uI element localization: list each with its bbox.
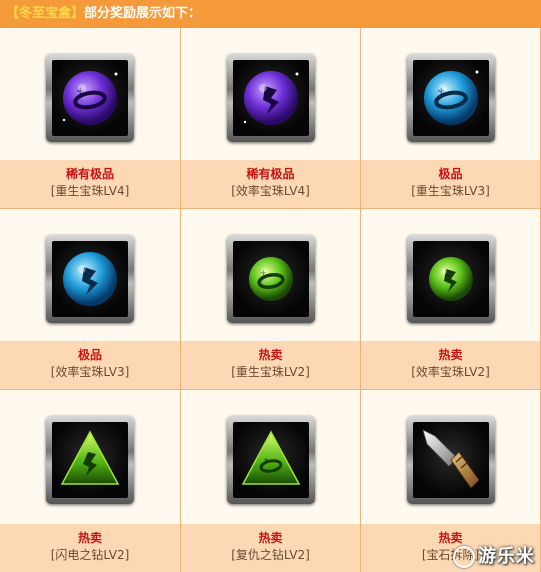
reward-cell: 热卖 [闪电之钻LV2] <box>0 390 181 572</box>
item-frame: + <box>226 416 315 504</box>
item-name: [效率宝珠LV4] <box>231 184 310 198</box>
reward-cell: + 稀有极品 [重生宝珠LV4] <box>0 28 181 209</box>
rarity-label: 极品 <box>77 348 102 362</box>
event-tag: 【冬至宝盒】 <box>6 6 85 21</box>
blue-rebirth-orb-icon: + <box>423 70 478 125</box>
reward-cell: 热卖 [效率宝珠LV2] <box>361 209 541 390</box>
svg-text:+: + <box>263 456 269 464</box>
item-name: [效率宝珠LV3] <box>50 365 130 379</box>
rarity-label: 热卖 <box>258 348 283 362</box>
item-name: [效率宝珠LV2] <box>411 365 490 379</box>
item-name: [重生宝珠LV3] <box>411 184 490 198</box>
item-frame <box>46 235 134 323</box>
blue-efficiency-orb-icon <box>63 252 117 306</box>
revenge-diamond-icon: + <box>241 430 300 485</box>
watermark-text: 游乐米 <box>478 546 535 567</box>
item-name: [重生宝珠LV4] <box>50 184 130 198</box>
rarity-label: 热卖 <box>77 531 102 545</box>
label-area: 极品 [效率宝珠LV3] <box>0 341 180 389</box>
item-frame <box>226 54 315 142</box>
item-name: [重生宝珠LV2] <box>231 365 310 379</box>
label-area: 热卖 [闪电之钻LV2] <box>0 524 180 572</box>
label-area: 热卖 [效率宝珠LV2] <box>361 341 540 389</box>
reward-cell: + 热卖 [重生宝珠LV2] <box>181 209 361 390</box>
header-text: 部分奖励展示如下： <box>84 6 202 21</box>
reward-cell: 稀有极品 [效率宝珠LV4] <box>181 28 361 209</box>
item-frame <box>46 416 134 504</box>
watermark-logo-icon <box>453 546 475 568</box>
rarity-label: 稀有极品 <box>65 167 114 181</box>
item-frame: + <box>226 235 315 323</box>
green-rebirth-orb-icon: + <box>248 257 293 301</box>
item-name: [复仇之钻LV2] <box>231 548 310 562</box>
label-area: 稀有极品 [重生宝珠LV4] <box>0 160 180 208</box>
purple-rebirth-orb-icon: + <box>62 71 118 125</box>
item-frame <box>406 235 495 323</box>
item-frame <box>406 416 495 504</box>
label-area: 极品 [重生宝珠LV3] <box>361 160 540 208</box>
gem-removal-tool-icon <box>421 429 480 489</box>
header-bar: 【冬至宝盒】部分奖励展示如下： <box>0 0 541 28</box>
item-name: [闪电之钻LV2] <box>50 548 130 562</box>
rarity-label: 热卖 <box>438 348 463 362</box>
rarity-label: 热卖 <box>258 531 283 545</box>
label-area: 热卖 [复仇之钻LV2] <box>181 524 360 572</box>
reward-cell: 极品 [效率宝珠LV3] <box>0 209 181 390</box>
green-efficiency-orb-icon <box>428 257 473 301</box>
reward-grid: + 稀有极品 [重生宝珠LV4] 稀有极品 [效率宝珠LV4] + 极品 [重生… <box>0 28 541 572</box>
site-watermark: 游乐米 <box>453 542 535 568</box>
item-frame: + <box>46 54 134 142</box>
item-frame: + <box>406 54 495 142</box>
rarity-label: 极品 <box>438 167 463 181</box>
rarity-label: 稀有极品 <box>246 167 295 181</box>
label-area: 热卖 [重生宝珠LV2] <box>181 341 360 389</box>
purple-efficiency-orb-icon <box>243 71 298 125</box>
label-area: 稀有极品 [效率宝珠LV4] <box>181 160 360 208</box>
lightning-diamond-icon <box>60 430 120 485</box>
reward-cell: + 热卖 [复仇之钻LV2] <box>181 390 361 572</box>
reward-cell: + 极品 [重生宝珠LV3] <box>361 28 541 209</box>
